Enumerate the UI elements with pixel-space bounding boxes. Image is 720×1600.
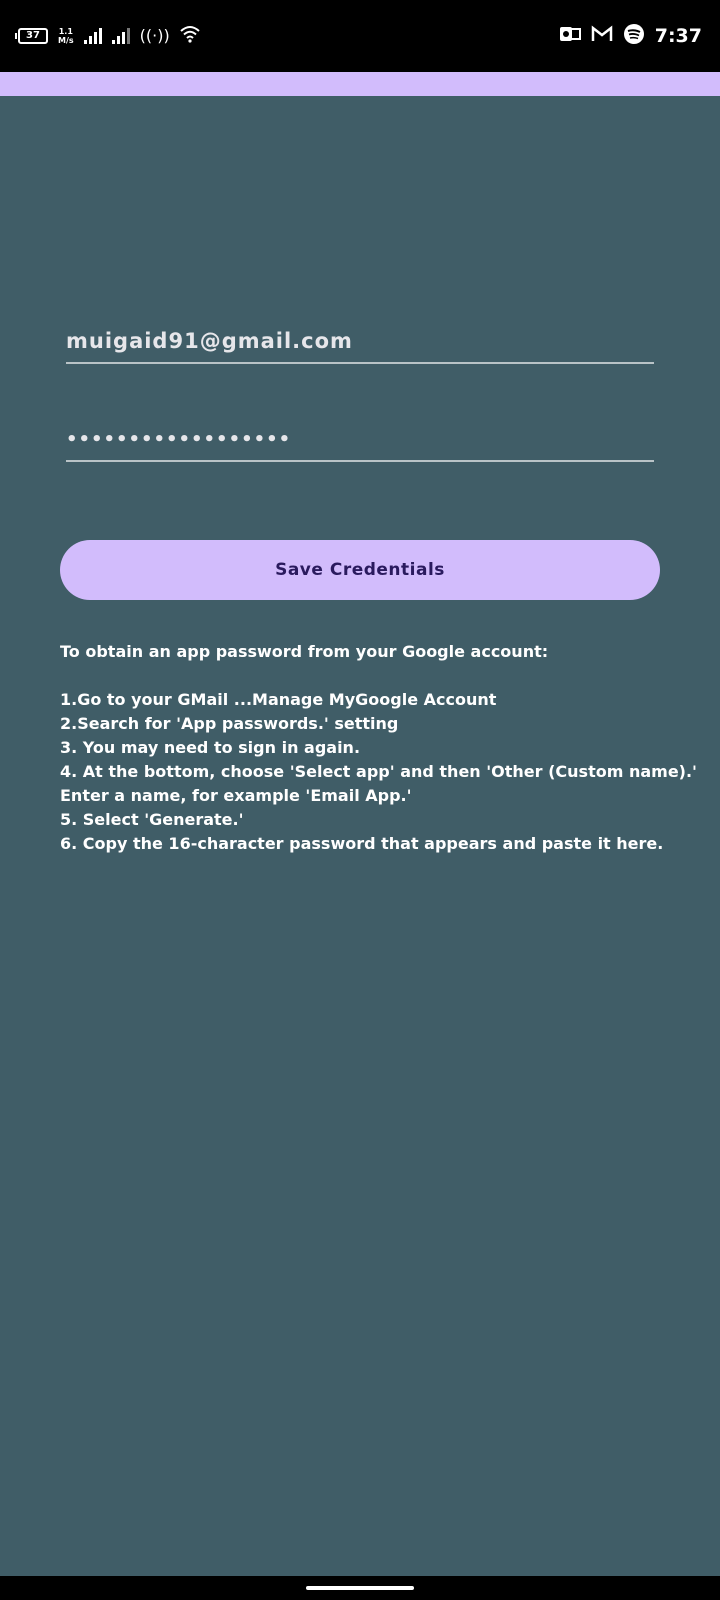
instruction-step: 1.Go to your GMail ...Manage MyGoogle Ac…	[60, 690, 497, 709]
wifi-icon	[180, 25, 200, 48]
signal-2-icon	[111, 28, 130, 44]
save-credentials-button[interactable]: Save Credentials	[60, 540, 660, 600]
net-speed-value: 1.1	[58, 27, 73, 36]
outlook-icon	[559, 25, 581, 47]
status-right-group: 7:37	[559, 22, 702, 50]
app-bar	[0, 72, 720, 96]
hotspot-icon: ((·))	[139, 26, 170, 45]
signal-icon	[83, 28, 102, 44]
net-speed-unit: M/s	[58, 36, 74, 45]
status-left-group: 37 1.1 M/s ((·))	[15, 22, 200, 50]
email-input[interactable]	[66, 322, 654, 360]
status-bar: 37 1.1 M/s ((·)) 7:37	[0, 0, 720, 72]
instruction-step: 6. Copy the 16-character password that a…	[60, 834, 664, 853]
instructions-heading: To obtain an app password from your Goog…	[60, 642, 549, 661]
instruction-step: 2.Search for 'App passwords.' setting	[60, 714, 399, 733]
instruction-step: 4. At the bottom, choose 'Select app' an…	[60, 762, 697, 781]
password-input[interactable]	[66, 420, 654, 458]
net-speed: 1.1 M/s	[58, 27, 74, 45]
instruction-step: Enter a name, for example 'Email App.'	[60, 786, 412, 805]
email-field[interactable]	[66, 322, 654, 364]
clock: 7:37	[654, 25, 702, 47]
instruction-step: 5. Select 'Generate.'	[60, 810, 244, 829]
password-field[interactable]	[66, 420, 654, 462]
gmail-icon	[591, 25, 613, 47]
home-handle[interactable]	[306, 1586, 414, 1590]
instruction-step: 3. You may need to sign in again.	[60, 738, 361, 757]
battery-icon: 37	[15, 28, 48, 44]
spotify-icon	[623, 23, 645, 49]
instructions: To obtain an app password from your Goog…	[60, 640, 697, 856]
navigation-bar	[0, 1576, 720, 1600]
